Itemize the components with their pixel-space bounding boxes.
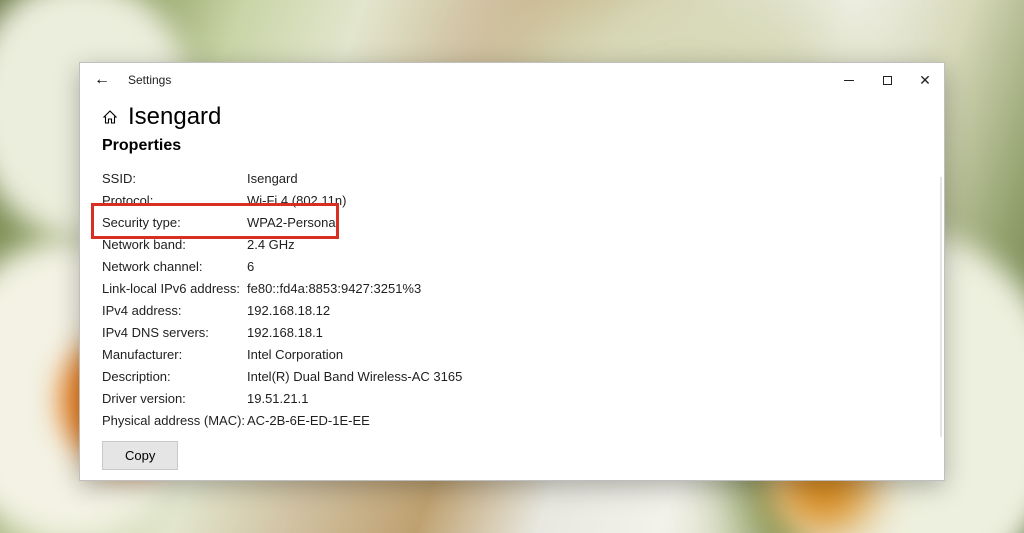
property-value: 192.168.18.1	[247, 325, 922, 340]
home-icon[interactable]	[102, 109, 118, 125]
property-label: SSID:	[102, 171, 247, 186]
property-row: Driver version:19.51.21.1	[102, 387, 922, 409]
property-label: Network band:	[102, 237, 247, 252]
property-row: Security type:WPA2-Personal	[102, 211, 922, 233]
close-button[interactable]: ✕	[906, 63, 944, 97]
minimize-button[interactable]	[830, 63, 868, 97]
property-row: SSID:Isengard	[102, 167, 922, 189]
property-label: Network channel:	[102, 259, 247, 274]
property-value: 6	[247, 259, 922, 274]
property-value: 192.168.18.12	[247, 303, 922, 318]
property-row: Protocol:Wi-Fi 4 (802.11n)	[102, 189, 922, 211]
property-label: Description:	[102, 369, 247, 384]
content-area: Isengard Properties SSID:IsengardProtoco…	[80, 97, 944, 480]
property-row: Network channel:6	[102, 255, 922, 277]
settings-window: ← Settings ✕ Isengard Properties SSID:Is…	[79, 62, 945, 481]
property-label: Manufacturer:	[102, 347, 247, 362]
copy-button[interactable]: Copy	[102, 441, 178, 470]
scrollbar[interactable]	[940, 177, 942, 437]
property-row: Link-local IPv6 address:fe80::fd4a:8853:…	[102, 277, 922, 299]
property-label: IPv4 DNS servers:	[102, 325, 247, 340]
property-row: Physical address (MAC):AC-2B-6E-ED-1E-EE	[102, 409, 922, 431]
back-arrow-icon[interactable]: ←	[94, 72, 110, 88]
maximize-icon	[883, 76, 892, 85]
property-value: AC-2B-6E-ED-1E-EE	[247, 413, 922, 428]
property-label: Link-local IPv6 address:	[102, 281, 247, 296]
property-row: Description:Intel(R) Dual Band Wireless-…	[102, 365, 922, 387]
property-value: Intel(R) Dual Band Wireless-AC 3165	[247, 369, 922, 384]
maximize-button[interactable]	[868, 63, 906, 97]
property-row: Manufacturer:Intel Corporation	[102, 343, 922, 365]
close-icon: ✕	[919, 73, 931, 87]
property-label: Physical address (MAC):	[102, 413, 247, 428]
property-value: Wi-Fi 4 (802.11n)	[247, 193, 922, 208]
property-row: IPv4 DNS servers:192.168.18.1	[102, 321, 922, 343]
property-row: Network band:2.4 GHz	[102, 233, 922, 255]
property-label: Driver version:	[102, 391, 247, 406]
section-title: Properties	[102, 137, 922, 155]
property-label: Protocol:	[102, 193, 247, 208]
minimize-icon	[844, 80, 854, 81]
property-value: WPA2-Personal	[247, 215, 922, 230]
app-title: Settings	[128, 73, 171, 87]
page-title: Isengard	[128, 103, 221, 131]
property-row: IPv4 address:192.168.18.12	[102, 299, 922, 321]
property-label: IPv4 address:	[102, 303, 247, 318]
property-value: fe80::fd4a:8853:9427:3251%3	[247, 281, 922, 296]
property-value: 19.51.21.1	[247, 391, 922, 406]
property-value: 2.4 GHz	[247, 237, 922, 252]
properties-table: SSID:IsengardProtocol:Wi-Fi 4 (802.11n)S…	[102, 167, 922, 431]
property-value: Isengard	[247, 171, 922, 186]
property-label: Security type:	[102, 215, 247, 230]
title-bar: ← Settings ✕	[80, 63, 944, 97]
property-value: Intel Corporation	[247, 347, 922, 362]
